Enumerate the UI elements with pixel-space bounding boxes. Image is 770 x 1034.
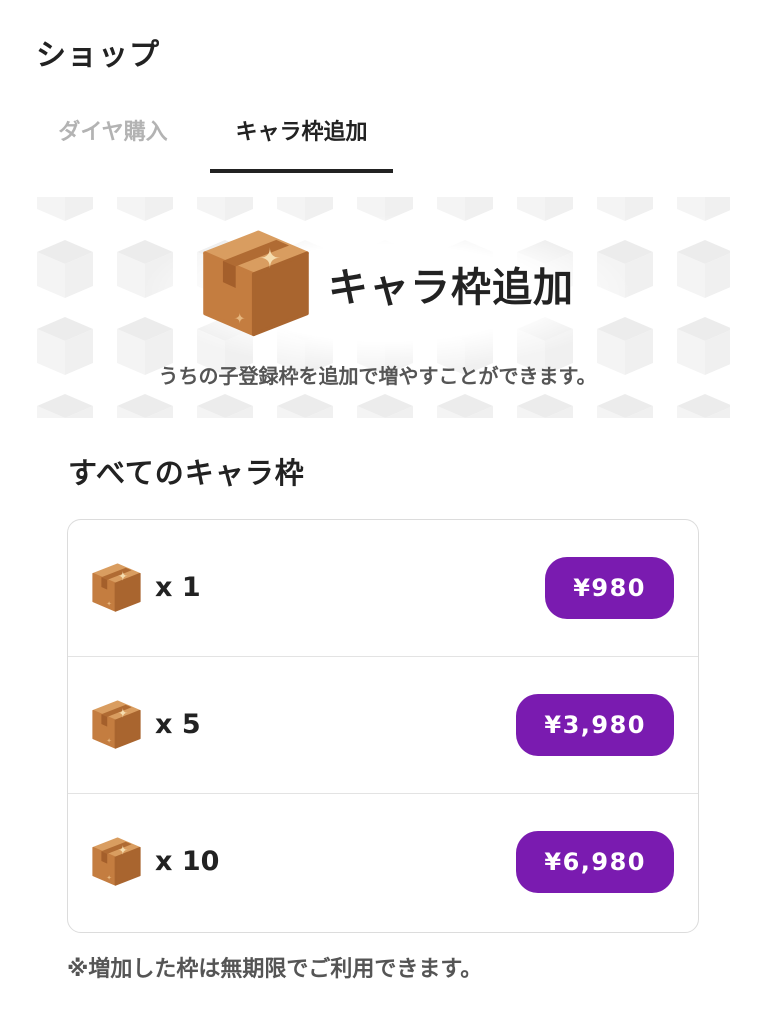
banner: キャラ枠追加 うちの子登録枠を追加で増やすことができます。 xyxy=(37,197,730,418)
cardboard-box-icon xyxy=(203,230,309,337)
price-button[interactable]: ¥6,980 xyxy=(516,831,674,893)
tab-bar: ダイヤ購入 キャラ枠追加 xyxy=(0,108,770,173)
footnote: ※増加した枠は無期限でご利用できます。 xyxy=(67,957,483,982)
product-quantity: x 1 xyxy=(155,572,201,603)
page-title: ショップ xyxy=(36,38,160,73)
cardboard-box-icon xyxy=(92,837,141,886)
tab-label: ダイヤ購入 xyxy=(58,120,168,145)
tab-active-indicator xyxy=(210,169,393,173)
cardboard-box-icon xyxy=(92,700,141,749)
banner-title: キャラ枠追加 xyxy=(328,265,574,311)
product-list: x 1 ¥980 x 5 ¥3,980 x 10 ¥6,980 xyxy=(67,519,699,933)
product-quantity: x 10 xyxy=(155,846,220,877)
product-row: x 10 ¥6,980 xyxy=(68,794,698,931)
tab-label: キャラ枠追加 xyxy=(235,120,368,145)
tab-diamond-purchase[interactable]: ダイヤ購入 xyxy=(37,108,189,173)
cardboard-box-icon xyxy=(92,563,141,612)
banner-description: うちの子登録枠を追加で増やすことができます。 xyxy=(158,364,597,388)
product-row: x 1 ¥980 xyxy=(68,520,698,657)
price-button[interactable]: ¥3,980 xyxy=(516,694,674,756)
tab-add-character-slots[interactable]: キャラ枠追加 xyxy=(210,108,393,173)
product-row: x 5 ¥3,980 xyxy=(68,657,698,794)
section-title: すべてのキャラ枠 xyxy=(68,456,305,490)
product-quantity: x 5 xyxy=(155,709,201,740)
price-button[interactable]: ¥980 xyxy=(545,557,674,619)
